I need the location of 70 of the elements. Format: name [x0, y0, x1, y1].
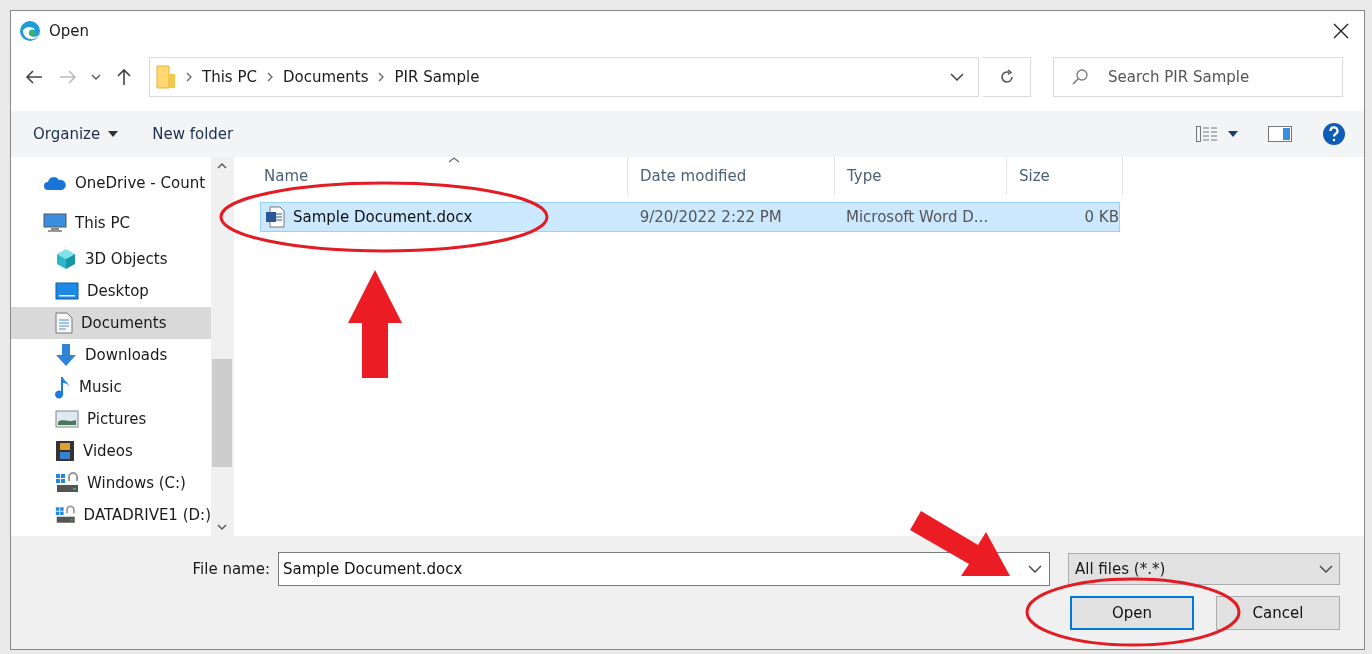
column-header[interactable]: Size [1007, 157, 1123, 195]
column-header[interactable]: Type [835, 157, 1007, 195]
preview-pane-icon [1268, 126, 1292, 142]
date-modified-cell-text: 9/20/2022 2:22 PM [638, 208, 783, 226]
open-button[interactable]: Open [1070, 596, 1194, 630]
navigation-item[interactable]: Documents [11, 307, 211, 339]
help-icon [1322, 122, 1346, 146]
music-note-icon [55, 375, 71, 399]
file-row[interactable]: Sample Document.docx 9/20/2022 2:22 PM Microsoft Word D... 0 KB [260, 202, 1120, 232]
column-header[interactable]: Date modified [628, 157, 835, 195]
film-icon [55, 440, 75, 462]
refresh-icon [998, 69, 1015, 85]
search-icon [1071, 68, 1089, 86]
file-name-field[interactable]: Sample Document.docx [278, 552, 1050, 586]
sort-ascending-icon [448, 157, 460, 163]
navigation-item[interactable]: Desktop [11, 275, 211, 307]
navigation-item[interactable]: Pictures [11, 403, 211, 435]
navigation-item[interactable]: DATADRIVE1 (D:) [11, 499, 211, 531]
cube-icon [55, 248, 77, 270]
navigation-item[interactable]: 3D Objects [11, 243, 211, 275]
navigation-item[interactable]: Downloads [11, 339, 211, 371]
scroll-down-icon [217, 524, 227, 530]
navigation-item[interactable]: OneDrive - Count [11, 163, 211, 203]
column-header[interactable]: Name [252, 157, 628, 195]
back-arrow-icon [25, 70, 43, 84]
new-folder-button[interactable]: New folder [144, 121, 242, 147]
folder-icon [156, 65, 176, 89]
computer-icon [43, 213, 67, 233]
document-icon [55, 312, 73, 334]
address-bar[interactable]: This PC Documents PIR Sample [149, 57, 979, 97]
caret-icon [108, 131, 119, 137]
chevron-right-icon [378, 72, 385, 82]
download-icon [55, 343, 77, 367]
picture-icon [55, 410, 79, 428]
chevron-right-icon [186, 72, 192, 82]
file-name-label: File name: [192, 560, 270, 578]
window-title: Open [49, 22, 90, 40]
breadcrumb-item[interactable]: Documents [282, 68, 369, 86]
scroll-up-icon [217, 163, 227, 169]
refresh-button[interactable] [983, 57, 1031, 97]
chevron-down-icon [950, 73, 964, 81]
navigation-item[interactable]: Videos [11, 435, 211, 467]
chevron-right-icon [266, 72, 273, 82]
close-icon [1333, 23, 1349, 39]
organize-menu-button[interactable]: Organize [25, 121, 127, 147]
navigation-item[interactable]: This PC [11, 203, 211, 243]
search-field[interactable]: Search PIR Sample [1053, 57, 1343, 97]
file-name: Sample Document.docx [293, 208, 473, 226]
breadcrumb-item[interactable]: PIR Sample [394, 68, 480, 86]
chevron-down-icon [1028, 565, 1042, 573]
chevron-down-icon [1319, 565, 1333, 573]
caret-icon [1228, 131, 1238, 137]
file-type-cell-text: Microsoft Word D... [844, 208, 990, 226]
file-size-cell-text: 0 KB [1083, 208, 1119, 226]
up-arrow-icon [116, 68, 132, 86]
desktop-icon [55, 282, 79, 300]
forward-arrow-icon [59, 70, 77, 84]
chevron-down-icon [91, 74, 101, 80]
browser-logo-icon [19, 20, 41, 42]
cloud-icon [43, 175, 67, 191]
details-view-icon [1196, 126, 1218, 142]
scrollbar[interactable] [211, 157, 233, 536]
word-document-icon [265, 206, 285, 228]
navigation-item[interactable]: Windows (C:) [11, 467, 211, 499]
drive-icon [55, 472, 79, 494]
breadcrumb-item[interactable]: This PC [202, 68, 257, 86]
file-type-dropdown[interactable]: All files (*.*) [1068, 553, 1340, 585]
cancel-button[interactable]: Cancel [1216, 596, 1340, 630]
navigation-item[interactable]: Music [11, 371, 211, 403]
drive-icon [55, 504, 76, 526]
